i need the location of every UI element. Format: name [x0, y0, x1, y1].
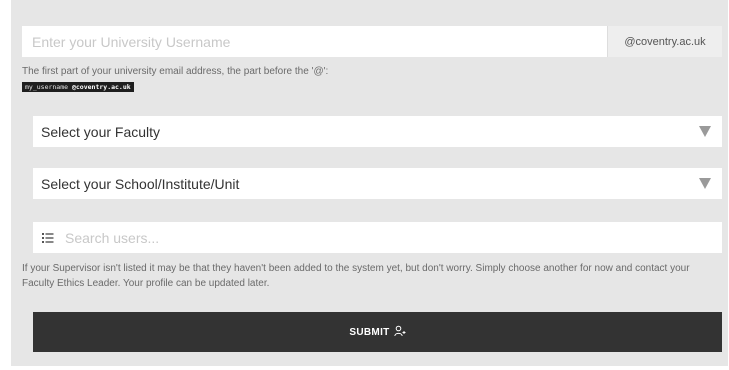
submit-button[interactable]: SUBMIT [33, 312, 722, 352]
faculty-select-value: Select your Faculty [41, 123, 161, 140]
username-help-text: The first part of your university email … [22, 66, 329, 77]
example-username: my_username [25, 83, 69, 91]
user-plus-icon [393, 325, 406, 340]
dropdown-arrow-icon [699, 126, 711, 137]
faculty-select[interactable]: Select your Faculty [33, 116, 722, 147]
supervisor-help-text: If your Supervisor isn't listed it may b… [22, 263, 690, 289]
username-field-group: @coventry.ac.uk [22, 26, 722, 57]
dropdown-arrow-icon [699, 178, 711, 189]
example-domain: @coventry.ac.uk [71, 83, 131, 91]
school-select-value: Select your School/Institute/Unit [41, 175, 240, 192]
username-input[interactable] [22, 26, 607, 57]
email-domain-addon: @coventry.ac.uk [607, 26, 722, 57]
submit-label: SUBMIT [349, 326, 390, 338]
supervisor-search-field [33, 222, 722, 253]
list-icon [33, 222, 63, 253]
username-example-code: my_username @coventry.ac.uk [22, 82, 134, 92]
supervisor-search-input[interactable] [63, 222, 722, 253]
school-select[interactable]: Select your School/Institute/Unit [33, 168, 722, 199]
